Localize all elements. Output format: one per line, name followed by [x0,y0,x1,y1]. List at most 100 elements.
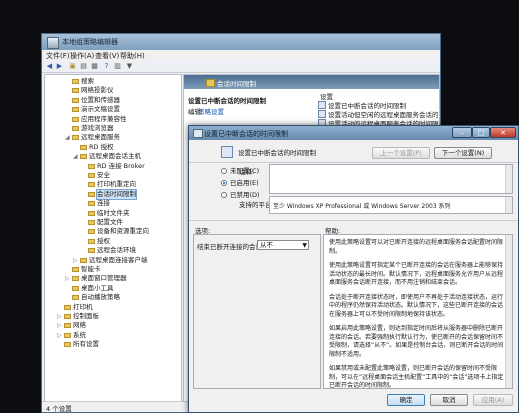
divider [189,220,518,221]
menu-file[interactable]: 文件(F) [46,51,70,61]
folder-icon [72,79,79,84]
edit-policy-link[interactable]: 策略设置 [198,106,224,116]
folder-icon [88,201,95,207]
ok-button[interactable]: 确定 [387,394,425,406]
folder-icon [64,332,71,338]
tree-node-label: RD 授权 [89,142,114,151]
folder-icon [88,173,95,178]
expand-arrow-icon[interactable]: ▷ [57,312,63,321]
folder-icon [72,295,79,301]
apply-button[interactable]: 应用(A) [473,394,513,406]
tree-node-label: 系统 [73,330,86,339]
folder-icon [72,107,79,113]
policy-icon [193,129,203,138]
policy-setting-icon [221,146,233,158]
folder-icon [88,191,95,197]
status-text: 4 个设置 [46,405,72,413]
expand-arrow-icon[interactable]: ◢ [65,133,71,142]
tree-node-label: 搜索 [81,77,94,85]
time-limit-dropdown[interactable]: 从不 ▼ [257,240,309,250]
expand-arrow-icon[interactable]: ▷ [57,321,63,330]
folder-icon [206,79,215,87]
menu-action[interactable]: 操作(A) [70,51,94,61]
tree-node-label: 控制面板 [73,312,99,320]
next-setting-button[interactable]: 下一个设置(N) [434,147,492,159]
supported-scrollbar[interactable] [505,197,512,213]
export-list-icon[interactable]: ▦ [90,62,99,70]
tree-node-label: 位置和传感器 [81,95,120,104]
folder-icon [64,314,71,319]
comment-textarea[interactable] [269,164,513,194]
expand-arrow-icon[interactable]: ▷ [73,256,79,265]
tree-node-label: 自动播放策略 [81,293,120,302]
tree-node-label: 远程桌面会话主机 [89,152,141,161]
tree-node-label: 远程桌面连接客户端 [89,255,148,264]
menu-help[interactable]: 帮助(H) [120,51,145,61]
expand-arrow-icon[interactable]: ▷ [57,331,63,340]
show-hide-tree-icon[interactable]: ▤ [79,62,88,70]
folder-icon [80,144,87,150]
end-disconnected-session-label: 结束已断开连接的会话 [197,243,262,251]
tree-node-label: 网络投影仪 [81,86,114,95]
tree-node-label: 安全 [97,171,110,179]
settings-column-header[interactable]: 设置 [320,91,333,101]
folder-up-icon[interactable]: ▣ [68,62,77,70]
details-policy-title: 设置已中断会话的时间限制 [188,97,266,105]
dialog-titlebar[interactable]: 设置已中断会话的时间限制 – □ ✕ [189,126,518,140]
radio-circle [221,168,227,174]
tree-node-label: 所有设置 [73,340,99,349]
back-arrow-icon[interactable]: ◀ [45,62,54,70]
tree-node-label: 演示文稿设置 [81,105,120,114]
radio-enabled[interactable]: 已启用(E) [221,179,259,188]
folder-icon [72,97,79,103]
tree-node-label: 打印机重定向 [97,180,136,189]
policy-tree[interactable]: 搜索 网络投影仪 位置和传感器 演示文稿设置 应用程序兼容性 游戏浏览器 ◢ 远程桌面服务 RD… [44,74,182,403]
expand-arrow-icon[interactable]: ◢ [73,152,79,161]
main-titlebar[interactable]: 本地组策略编辑器 [42,34,440,50]
menu-bar: 文件(F) 操作(A) 查看(V) 帮助(H) [42,50,440,61]
radio-label: 已禁用(D) [230,191,260,199]
main-window-title: 本地组策略编辑器 [62,38,118,46]
tree-node-label: 会话时间限制 [96,188,137,200]
folder-icon [80,257,87,263]
supported-platforms-box: 至少 Windows XP Professional 或 Windows Ser… [269,196,513,214]
help-paragraph: 会话处于断开连接状态时，即使用户不再处于活动连接状态，运行中的程序仍然保持活动状… [329,293,504,318]
properties-icon[interactable]: ▥ [113,62,122,70]
policy-settings-dialog: 设置已中断会话的时间限制 – □ ✕ 设置已中断会话的时间限制 上一个设置(P)… [188,125,519,413]
tree-node-label: 游戏浏览器 [81,124,114,132]
close-button[interactable]: ✕ [490,127,516,138]
help-icon[interactable]: ? [102,62,111,70]
filter-icon[interactable]: ▼ [125,62,134,70]
maximize-button[interactable]: □ [472,127,490,138]
comment-scrollbar[interactable] [505,165,512,193]
previous-setting-button[interactable]: 上一个设置(P) [372,147,430,159]
setting-row[interactable]: 设置活动但空闲的远程桌面服务会话的时间限制 [318,110,439,119]
tree-node-label: 智能卡 [81,265,101,273]
tree-node-label: 桌面窗口管理器 [81,274,127,283]
tree-node-label: 应用程序兼容性 [81,114,127,123]
folder-icon [88,182,95,188]
folder-icon [72,88,79,94]
dialog-title: 设置已中断会话的时间限制 [204,130,288,138]
tree-node-label: 设备和资源重定向 [97,227,149,236]
help-scrollbar[interactable] [505,235,512,388]
forward-arrow-icon[interactable]: ▶ [55,62,64,70]
folder-icon [72,116,79,122]
supported-platforms-value: 至少 Windows XP Professional 或 Windows Ser… [273,203,451,210]
help-paragraph: 使用此策略设置可以对已断开连接的远程桌面服务会话配置时间限制。 [329,239,504,255]
menu-view[interactable]: 查看(V) [95,51,119,61]
policy-icon [318,110,326,118]
cancel-button[interactable]: 取消 [430,394,468,406]
folder-icon [72,126,79,131]
setting-label: 设置活动但空闲的远程桌面服务会话的时间限制 [328,111,439,119]
minimize-button[interactable]: – [452,127,472,138]
radio-circle-selected [221,180,227,186]
policy-icon [318,101,326,109]
expand-arrow-icon[interactable]: ▷ [65,274,71,283]
tree-node-label: 配置文件 [97,218,123,226]
details-header-title: 会话时间限制 [217,80,256,88]
folder-icon [88,210,95,216]
radio-label: 已启用(E) [230,179,259,187]
divider [189,162,518,163]
setting-row[interactable]: 设置已中断会话的时间限制 [318,101,406,110]
